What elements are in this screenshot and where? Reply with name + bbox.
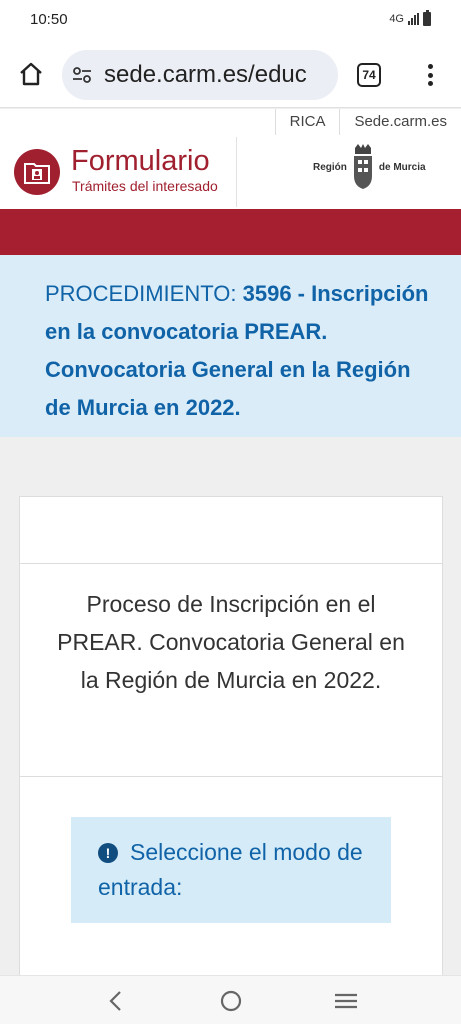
brand-subtitle: Trámites del interesado xyxy=(72,178,218,194)
procedure-prefix: PROCEDIMIENTO: xyxy=(45,281,243,306)
url-text: sede.carm.es/educ xyxy=(104,61,307,88)
card-divider xyxy=(20,563,442,564)
more-menu-icon[interactable] xyxy=(420,62,440,88)
status-bar: 10:50 4G xyxy=(0,0,461,42)
back-icon[interactable] xyxy=(102,987,130,1015)
system-nav-bar xyxy=(0,975,461,1024)
crest-icon xyxy=(353,144,372,189)
procedure-heading: PROCEDIMIENTO: 3596 - Inscripción en la … xyxy=(45,275,431,427)
region-right-text: de Murcia xyxy=(378,161,426,173)
address-bar[interactable]: sede.carm.es/educ xyxy=(62,50,338,100)
home-nav-icon[interactable] xyxy=(217,987,245,1015)
entry-mode-alert: ! Seleccione el modo de entrada: xyxy=(71,817,391,923)
card-divider xyxy=(20,776,442,777)
link-rica[interactable]: RICA xyxy=(274,109,340,135)
status-icons: 4G xyxy=(389,10,431,26)
recents-icon[interactable] xyxy=(332,987,360,1015)
procedure-banner: PROCEDIMIENTO: 3596 - Inscripción en la … xyxy=(0,255,461,437)
top-links: RICA Sede.carm.es xyxy=(274,109,461,135)
brand-title: Formulario xyxy=(71,145,210,177)
browser-toolbar: sede.carm.es/educ 74 xyxy=(0,42,461,108)
link-sede[interactable]: Sede.carm.es xyxy=(339,109,461,135)
region-murcia-logo[interactable]: Región de Murcia xyxy=(313,142,437,192)
region-left-text: Región xyxy=(313,161,347,173)
procedure-card: Proceso de Inscripción en el PREAR. Conv… xyxy=(19,496,443,976)
battery-icon xyxy=(423,10,431,26)
form-logo-icon xyxy=(14,149,60,195)
exclamation-icon: ! xyxy=(98,843,118,863)
status-time: 10:50 xyxy=(30,11,68,28)
home-icon[interactable] xyxy=(18,61,44,87)
header-band xyxy=(0,209,461,255)
signal-icon xyxy=(408,13,419,25)
site-header: RICA Sede.carm.es Formulario Trámites de… xyxy=(0,109,461,209)
site-settings-icon[interactable] xyxy=(72,66,92,84)
network-type: 4G xyxy=(389,13,404,25)
entry-mode-text: Seleccione el modo de entrada: xyxy=(98,839,363,900)
tab-switcher-button[interactable]: 74 xyxy=(357,63,381,87)
procedure-description: Proceso de Inscripción en el PREAR. Conv… xyxy=(57,591,405,693)
header-divider xyxy=(236,137,237,207)
